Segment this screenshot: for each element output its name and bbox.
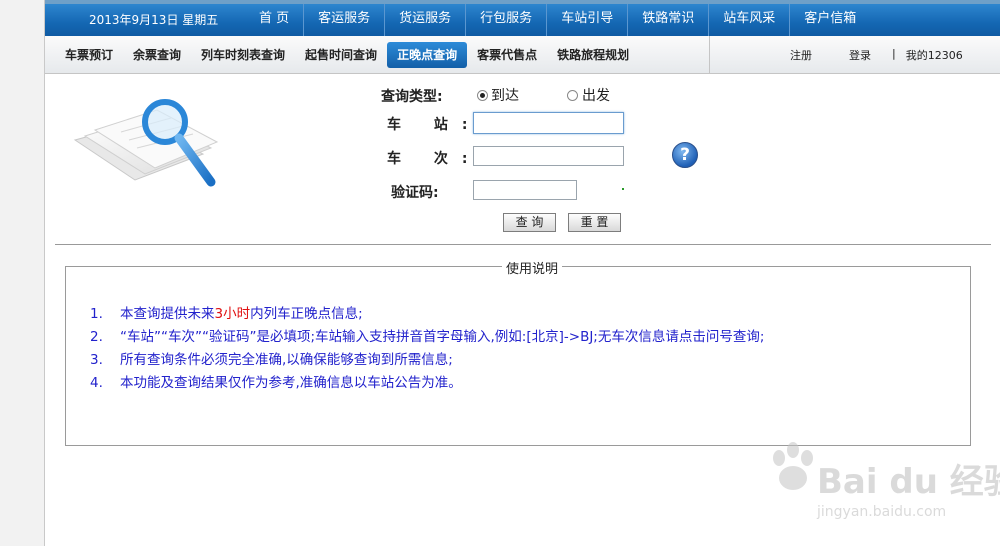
station-label: 车 站: (387, 117, 482, 133)
instruction-item: 3. 所有查询条件必须完全准确,以确保能够查询到所需信息; (90, 349, 950, 372)
instruction-number: 2. (90, 329, 103, 345)
tab-ticket-booking[interactable]: 车票预订 (55, 42, 123, 68)
sub-nav-tabs: 车票预订 余票查询 列车时刻表查询 起售时间查询 正晚点查询 客票代售点 铁路旅… (55, 42, 639, 68)
sub-nav-bar: 车票预订 余票查询 列车时刻表查询 起售时间查询 正晚点查询 客票代售点 铁路旅… (45, 36, 1000, 74)
main-nav: 首 页 客运服务 货运服务 行包服务 车站引导 铁路常识 站车风采 客户信箱 (245, 4, 870, 36)
station-input[interactable] (473, 112, 624, 134)
paw-icon (773, 442, 813, 490)
account-divider: | (892, 47, 896, 60)
tab-delay-query[interactable]: 正晚点查询 (387, 42, 468, 68)
my12306-link[interactable]: 我的12306 (906, 47, 963, 63)
tab-trip-planner[interactable]: 铁路旅程规划 (547, 42, 639, 68)
instruction-text: 内列车正晚点信息; (250, 306, 363, 322)
radio-depart[interactable] (567, 90, 578, 101)
captcha-image (622, 188, 624, 190)
captcha-input[interactable] (473, 180, 577, 200)
nav-station-style[interactable]: 站车风采 (708, 4, 789, 36)
instruction-number: 1. (90, 306, 103, 322)
instructions-list: 1. 本查询提供未来3小时内列车正晚点信息; 2. “车站”“车次”“验证码”是… (90, 303, 950, 395)
instruction-text: 本功能及查询结果仅作为参考,准确信息以车站公告为准。 (120, 375, 462, 391)
tab-ticket-agents[interactable]: 客票代售点 (467, 42, 547, 68)
login-link[interactable]: 登录 (849, 47, 871, 63)
instruction-highlight: 3小时 (214, 306, 251, 322)
watermark-brand: Bai du 经验 (817, 462, 1000, 502)
nav-home[interactable]: 首 页 (245, 4, 303, 36)
train-label: 车 次: (387, 151, 482, 167)
current-date: 2013年9月13日 星期五 (89, 13, 219, 27)
instruction-item: 2. “车站”“车次”“验证码”是必填项;车站输入支持拼音首字母输入,例如:[北… (90, 326, 950, 349)
baidu-watermark: Bai du 经验 jingyan.baidu.com (767, 438, 1000, 528)
nav-freight[interactable]: 货运服务 (384, 4, 465, 36)
watermark-url: jingyan.baidu.com (817, 504, 947, 520)
instruction-number: 3. (90, 352, 103, 368)
magnifier-documents-icon (73, 99, 219, 187)
section-divider (55, 244, 991, 245)
page: 2013年9月13日 星期五 首 页 客运服务 货运服务 行包服务 车站引导 铁… (44, 0, 1000, 546)
instruction-item: 1. 本查询提供未来3小时内列车正晚点信息; (90, 303, 950, 326)
account-links: 注册 登录 | 我的12306 (790, 47, 963, 63)
radio-arrive-label[interactable]: 到达 (491, 85, 519, 105)
top-nav-bar: 2013年9月13日 星期五 首 页 客运服务 货运服务 行包服务 车站引导 铁… (45, 0, 1000, 36)
nav-passenger[interactable]: 客运服务 (303, 4, 384, 36)
instructions-title: 使用说明 (502, 258, 563, 277)
instruction-text: 所有查询条件必须完全准确,以确保能够查询到所需信息; (120, 352, 453, 368)
instruction-text: 本查询提供未来 (120, 306, 215, 322)
help-question-icon[interactable]: ? (672, 142, 698, 168)
register-link[interactable]: 注册 (790, 47, 812, 63)
instructions-box: 使用说明 1. 本查询提供未来3小时内列车正晚点信息; 2. “车站”“车次”“… (65, 258, 971, 446)
radio-arrive[interactable] (477, 90, 488, 101)
train-number-input[interactable] (473, 146, 624, 166)
radio-depart-label[interactable]: 出发 (582, 85, 610, 105)
tab-sale-time[interactable]: 起售时间查询 (295, 42, 387, 68)
query-type-label: 查询类型: (381, 89, 443, 105)
captcha-label: 验证码: (391, 185, 439, 201)
tab-remaining-tickets[interactable]: 余票查询 (123, 42, 191, 68)
nav-luggage[interactable]: 行包服务 (465, 4, 546, 36)
nav-station-guide[interactable]: 车站引导 (546, 4, 627, 36)
search-button[interactable]: 查 询 (503, 213, 556, 232)
reset-button[interactable]: 重 置 (568, 213, 621, 232)
instruction-text: “车站”“车次”“验证码”是必填项;车站输入支持拼音首字母输入,例如:[北京]-… (120, 329, 765, 345)
instruction-number: 4. (90, 375, 103, 391)
tab-timetable[interactable]: 列车时刻表查询 (191, 42, 295, 68)
nav-mailbox[interactable]: 客户信箱 (789, 4, 870, 36)
instruction-item: 4. 本功能及查询结果仅作为参考,准确信息以车站公告为准。 (90, 372, 950, 395)
sub-nav-divider (709, 36, 710, 74)
nav-railway-knowledge[interactable]: 铁路常识 (627, 4, 708, 36)
